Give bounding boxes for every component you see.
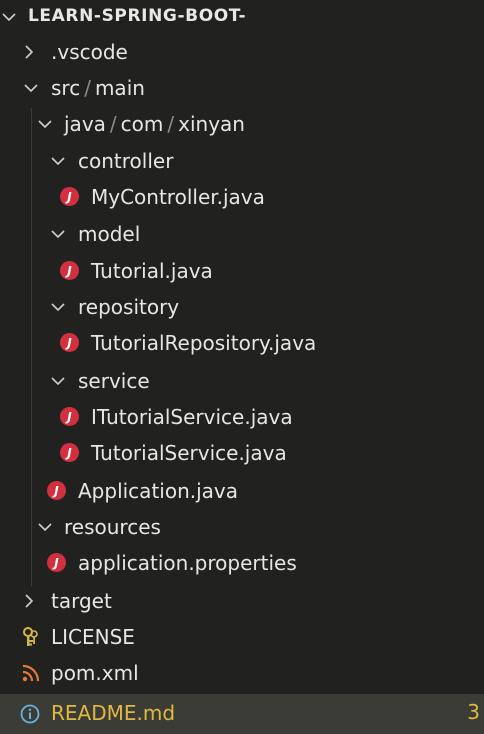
java-file-icon: J (47, 481, 66, 500)
tree-item-label: MyController.java (91, 185, 265, 209)
tree-item-src-main[interactable]: src / main (0, 70, 484, 106)
path-separator: / (84, 76, 91, 100)
path-segment: xinyan (178, 112, 245, 136)
tree-item-controller[interactable]: controller (0, 143, 484, 179)
chevron-down-icon[interactable] (49, 298, 67, 316)
tree-item-service[interactable]: service (0, 363, 484, 399)
tree-item-resources[interactable]: resources (0, 509, 484, 545)
tree-item-label: pom.xml (51, 661, 139, 685)
java-file-icon: J (60, 443, 79, 462)
path-separator: / (109, 112, 117, 136)
java-file-icon: J (60, 187, 79, 206)
tree-item-application-java[interactable]: J Application.java (0, 473, 484, 509)
tree-item-label: ITutorialService.java (91, 405, 293, 429)
tree-item-label: service (78, 369, 150, 393)
explorer-header[interactable]: LEARN-SPRING-BOOT- (0, 0, 484, 34)
problem-count-badge: 3 (467, 700, 480, 724)
path-segment: com (120, 112, 164, 136)
tree-item-pom-xml[interactable]: pom.xml (0, 655, 484, 691)
chevron-right-icon[interactable] (20, 43, 38, 61)
tree-item-label: TutorialRepository.java (91, 331, 317, 355)
path-segment: main (94, 76, 145, 100)
tree-item-tutorialservice-java[interactable]: J TutorialService.java (0, 435, 484, 471)
tree-item-readme-md[interactable]: README.md 3 (0, 694, 484, 734)
tree-item-label: controller (78, 149, 174, 173)
tree-item-label: LICENSE (51, 625, 135, 649)
tree-item-itutorialservice-java[interactable]: J ITutorialService.java (0, 399, 484, 435)
tree-item-label: model (78, 222, 141, 246)
chevron-down-icon[interactable] (36, 115, 54, 133)
tree-item-application-properties[interactable]: J application.properties (0, 545, 484, 581)
chevron-right-icon[interactable] (20, 592, 38, 610)
tree-item-license[interactable]: LICENSE (0, 619, 484, 655)
tree-item-java-com-xinyan[interactable]: java / com / xinyan (0, 106, 484, 142)
tree-item-tutorial-java[interactable]: J Tutorial.java (0, 253, 484, 289)
tree-item-label: TutorialService.java (91, 441, 287, 465)
tree-item-label: Application.java (78, 479, 239, 503)
path-separator: / (167, 112, 175, 136)
tree-item-label: .vscode (51, 40, 128, 64)
tree-item-label: Tutorial.java (91, 259, 213, 283)
chevron-down-icon[interactable] (49, 372, 67, 390)
tree-item-label: application.properties (78, 551, 297, 575)
path-segment: java (64, 112, 106, 136)
tree-item-label: java / com / xinyan (64, 111, 245, 137)
chevron-down-icon[interactable] (49, 152, 67, 170)
explorer-title: LEARN-SPRING-BOOT- (28, 6, 247, 26)
info-icon (19, 703, 41, 725)
chevron-down-icon[interactable] (0, 8, 18, 26)
java-file-icon: J (60, 407, 79, 426)
java-file-icon: J (60, 333, 79, 352)
tree-item-label: repository (78, 295, 180, 319)
java-file-icon: J (60, 261, 79, 280)
tree-item-vscode[interactable]: .vscode (0, 34, 484, 70)
rss-xml-icon (20, 662, 42, 684)
tree-item-label: README.md (51, 701, 176, 725)
chevron-down-icon[interactable] (22, 79, 40, 97)
tree-item-label: target (51, 589, 112, 613)
tree-item-tutorialrepository-java[interactable]: J TutorialRepository.java (0, 325, 484, 361)
path-segment: src (51, 76, 81, 100)
tree-item-target[interactable]: target (0, 583, 484, 619)
explorer-panel: LEARN-SPRING-BOOT- .vscode src / main java… (0, 0, 484, 734)
chevron-down-icon[interactable] (36, 518, 54, 536)
chevron-down-icon[interactable] (49, 225, 67, 243)
license-key-icon (20, 626, 42, 648)
java-file-icon: J (47, 553, 66, 572)
tree-item-mycontroller-java[interactable]: J MyController.java (0, 179, 484, 215)
tree-item-model[interactable]: model (0, 216, 484, 252)
tree-item-label: resources (64, 515, 161, 539)
tree-item-label: src / main (51, 75, 145, 101)
tree-item-repository[interactable]: repository (0, 289, 484, 325)
